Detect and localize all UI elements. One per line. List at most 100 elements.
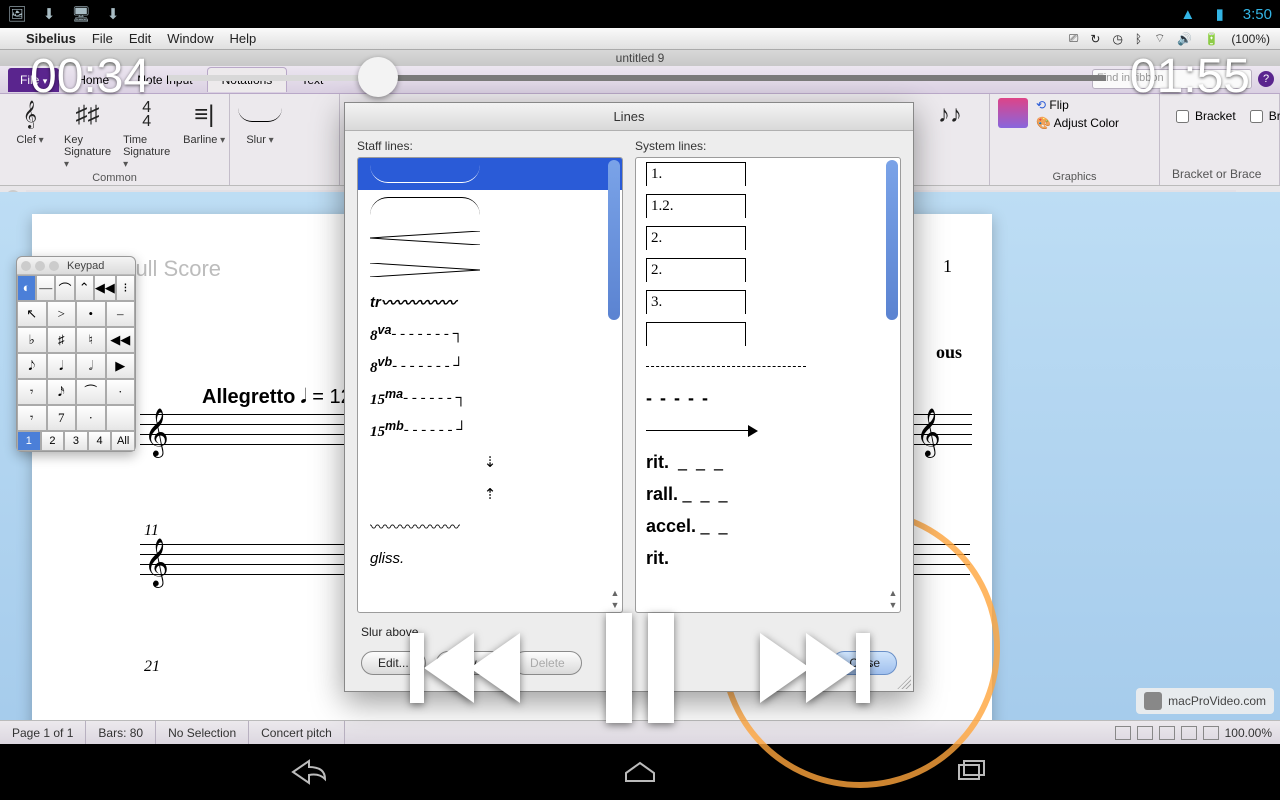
wifi-icon: ▲ <box>1179 5 1197 23</box>
scroll-up-icon[interactable]: ▲ <box>886 588 900 600</box>
keypad-title: Keypad <box>67 260 104 272</box>
download-icon: ⬇ <box>40 5 58 23</box>
new-button[interactable]: New... <box>436 651 503 675</box>
ribbon-search-input[interactable]: Find in ribbon <box>1092 69 1252 89</box>
kp-btn[interactable]: ◀◀ <box>106 327 136 353</box>
kp-btn[interactable]: 𝄾 <box>17 379 47 405</box>
staff-lines-listbox[interactable]: tr〰〰〰〰〰 8va - - - - - - - ┐ 8vb - - - - … <box>357 157 623 613</box>
kp-btn[interactable]: ♭ <box>17 327 47 353</box>
scroll-up-icon[interactable]: ▲ <box>608 588 622 600</box>
list-item: 8vb - - - - - - - ┘ <box>358 350 622 382</box>
time-sig-button[interactable]: 44Time Signature <box>123 98 170 170</box>
screen-share-icon[interactable]: ⎚ <box>1069 31 1079 46</box>
kp-btn[interactable]: 𝅘𝅥 <box>47 353 77 379</box>
kp-btn[interactable]: > <box>47 301 77 327</box>
menu-help[interactable]: Help <box>229 31 256 46</box>
kp-layout-6[interactable]: ⁝ <box>116 275 135 301</box>
resize-grip-icon[interactable] <box>897 675 911 689</box>
group-label-graphics: Graphics <box>998 169 1151 183</box>
recents-icon[interactable] <box>949 757 993 787</box>
volume-icon[interactable]: 🔊 <box>1177 32 1192 46</box>
sync-icon[interactable]: ↻ <box>1090 32 1100 46</box>
kp-btn[interactable]: 𝅗𝅥 <box>76 353 106 379</box>
window-title: untitled 9 <box>616 51 665 65</box>
dialog-status-text: Slur above <box>345 621 913 643</box>
kp-btn[interactable] <box>106 405 136 431</box>
flip-button[interactable]: ⟲ Flip <box>1036 98 1119 112</box>
kp-btn[interactable]: ↖ <box>17 301 47 327</box>
ribbon-help-icon[interactable]: ? <box>1258 71 1274 87</box>
list-item: gliss. <box>358 542 622 574</box>
bracket-checkbox[interactable]: Bracket <box>1172 107 1240 125</box>
view-mode-icon[interactable] <box>1181 726 1197 740</box>
brace-checkbox[interactable]: Brace <box>1246 107 1280 125</box>
kp-btn[interactable]: ▶ <box>106 353 136 379</box>
barline-button[interactable]: ≡|Barline <box>182 98 226 146</box>
kp-voice-1[interactable]: 1 <box>17 431 41 451</box>
kp-btn[interactable]: • <box>76 301 106 327</box>
kp-btn[interactable]: 𝄾 <box>17 405 47 431</box>
kp-layout-2[interactable]: — <box>36 275 55 301</box>
view-mode-icon[interactable] <box>1115 726 1131 740</box>
kp-btn[interactable]: – <box>106 301 136 327</box>
kp-voice-3[interactable]: 3 <box>64 431 88 451</box>
zoom-level[interactable]: 100.00% <box>1225 726 1272 740</box>
list-item: 3. <box>636 286 900 318</box>
scroll-down-icon[interactable]: ▼ <box>608 600 622 612</box>
video-content: Sibelius File Edit Window Help ⎚ ↻ ◷ ᛒ ⌔… <box>0 28 1280 744</box>
kp-layout-4[interactable]: ⌃ <box>75 275 94 301</box>
file-tab[interactable]: File ▾ <box>8 68 59 92</box>
edit-button[interactable]: Edit... <box>361 651 426 675</box>
kp-layout-5[interactable]: ◀◀ <box>94 275 116 301</box>
time-machine-icon[interactable]: ◷ <box>1112 32 1122 46</box>
kp-voice-all[interactable]: All <box>111 431 135 451</box>
scroll-down-icon[interactable]: ▼ <box>886 600 900 612</box>
kp-btn[interactable]: ♮ <box>76 327 106 353</box>
list-item: 8va - - - - - - - ┐ <box>358 318 622 350</box>
menu-file[interactable]: File <box>92 31 113 46</box>
menu-edit[interactable]: Edit <box>129 31 151 46</box>
bluetooth-icon[interactable]: ᛒ <box>1135 32 1142 46</box>
kp-btn[interactable]: 𝅘𝅥𝅯 <box>47 379 77 405</box>
system-lines-listbox[interactable]: 1. 1.2. 2. 2. 3. ----- rit. _ _ _ rall. … <box>635 157 901 613</box>
list-item <box>358 190 622 222</box>
kp-layout-1[interactable]: ◐ <box>17 275 36 301</box>
back-icon[interactable] <box>287 757 331 787</box>
wifi-menubar-icon[interactable]: ⌔ <box>1154 31 1165 46</box>
scrollbar-thumb[interactable] <box>886 160 898 320</box>
delete-button[interactable]: Delete <box>513 651 582 675</box>
kp-btn[interactable]: 7 <box>47 405 77 431</box>
home-icon[interactable] <box>618 757 662 787</box>
clef-button[interactable]: 𝄞Clef <box>8 98 52 146</box>
kp-layout-3[interactable]: ⌒ <box>55 275 74 301</box>
kp-btn[interactable]: · <box>106 379 136 405</box>
view-mode-icon[interactable] <box>1203 726 1219 740</box>
graphic-button[interactable] <box>998 98 1028 130</box>
view-mode-icon[interactable] <box>1159 726 1175 740</box>
kp-btn[interactable]: · <box>76 405 106 431</box>
list-item: 〰〰〰〰〰〰 <box>358 510 622 542</box>
kp-btn[interactable]: ⏜ <box>76 379 106 405</box>
battery-menubar-icon[interactable]: 🔋 <box>1204 32 1219 46</box>
menu-window[interactable]: Window <box>167 31 213 46</box>
key-sig-button[interactable]: ♯♯Key Signature <box>64 98 111 170</box>
staff-lines-label: Staff lines: <box>357 139 623 153</box>
screenshot-icon: 🖥 <box>72 5 90 23</box>
stemlets-button[interactable]: ♪♪ <box>928 98 972 134</box>
menu-app-name[interactable]: Sibelius <box>26 31 76 46</box>
system-lines-label: System lines: <box>635 139 901 153</box>
keypad-panel[interactable]: Keypad ◐ — ⌒ ⌃ ◀◀ ⁝ ↖>•– ♭♯♮◀◀ 𝅘𝅥𝅮𝅘𝅥𝅗𝅥▶ … <box>16 256 136 452</box>
view-mode-icon[interactable] <box>1137 726 1153 740</box>
scrollbar-thumb[interactable] <box>608 160 620 320</box>
adjust-color-button[interactable]: 🎨 Adjust Color <box>1036 116 1119 130</box>
tab-home[interactable]: Home <box>63 68 123 92</box>
window-titlebar: untitled 9 <box>0 50 1280 66</box>
kp-btn[interactable]: 𝅘𝅥𝅮 <box>17 353 47 379</box>
tab-notations[interactable]: Notations <box>207 67 288 92</box>
tab-text[interactable]: Text <box>287 68 337 92</box>
slur-button[interactable]: Slur <box>238 98 282 146</box>
kp-btn[interactable]: ♯ <box>47 327 77 353</box>
kp-voice-2[interactable]: 2 <box>41 431 65 451</box>
tab-note-input[interactable]: Note Input <box>123 68 206 92</box>
kp-voice-4[interactable]: 4 <box>88 431 112 451</box>
